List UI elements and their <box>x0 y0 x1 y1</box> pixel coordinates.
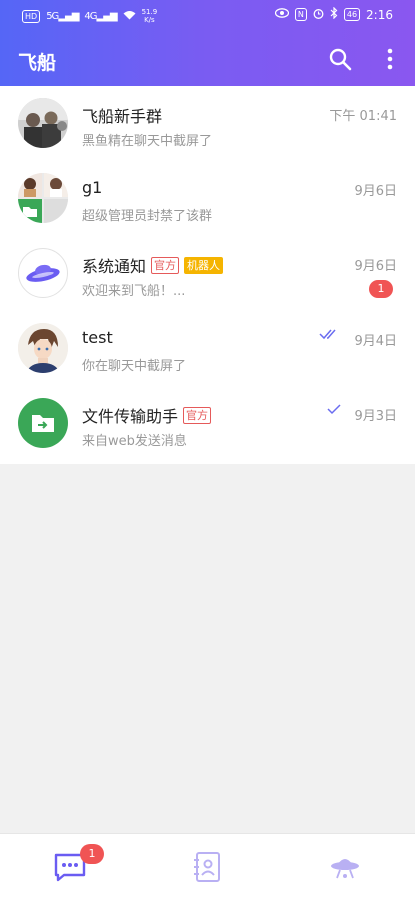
chat-time: 9月4日 <box>354 334 397 349</box>
app-title: 飞船 <box>18 52 57 74</box>
alarm-icon <box>313 8 324 22</box>
chat-name: test <box>82 328 113 347</box>
chat-name: 系统通知 官方 机器人 <box>82 253 224 277</box>
battery-icon: 46 <box>343 8 361 21</box>
official-tag: 官方 <box>183 406 212 424</box>
chat-time: 9月3日 <box>354 409 397 424</box>
chat-time: 9月6日 <box>354 184 397 199</box>
network-speed: 51.9 K/s <box>141 8 158 24</box>
bot-tag: 机器人 <box>184 256 224 274</box>
status-bar: HD 5G▂▄▆ 4G▂▄▆ 51.9 K/s N 46 2:16 <box>0 0 415 30</box>
contacts-book-icon <box>194 852 220 882</box>
people-photo-icon <box>18 98 68 148</box>
chat-preview: 你在聊天中截屏了 <box>82 359 187 374</box>
folder-arrow-icon <box>32 415 54 432</box>
chat-time: 下午 01:41 <box>329 109 397 124</box>
group-avatar <box>18 98 68 148</box>
tab-contacts[interactable] <box>189 849 225 885</box>
chat-item-newbie-group[interactable]: 飞船新手群 黑鱼精在聊天中截屏了 下午 01:41 <box>0 86 415 161</box>
check-icon <box>327 402 341 420</box>
status-bar-left: HD 5G▂▄▆ 4G▂▄▆ 51.9 K/s <box>22 8 157 24</box>
system-avatar <box>18 248 68 298</box>
user-avatar <box>18 323 68 373</box>
double-check-icon <box>319 327 341 345</box>
chat-item-g1[interactable]: g1 超级管理员封禁了该群 9月6日 <box>0 161 415 236</box>
search-icon <box>329 48 352 71</box>
app-header: HD 5G▂▄▆ 4G▂▄▆ 51.9 K/s N 46 2:16 飞船 <box>0 0 415 86</box>
chat-preview: 超级管理员封禁了该群 <box>82 209 213 224</box>
chat-time: 9月6日 <box>354 259 397 274</box>
chat-list: 飞船新手群 黑鱼精在聊天中截屏了 下午 01:41 g1 超级管理员封禁了该群 … <box>0 86 415 464</box>
tab-discover[interactable] <box>327 849 363 885</box>
nfc-icon: N <box>294 8 307 21</box>
chat-preview: 来自web发送消息 <box>82 434 187 449</box>
chat-name: 文件传输助手 官方 <box>82 403 212 427</box>
chat-preview: 欢迎来到飞船！... <box>82 284 186 299</box>
ufo-tab-icon <box>331 859 359 879</box>
bluetooth-icon <box>330 6 338 22</box>
unread-badge: 1 <box>369 280 393 298</box>
chat-name: g1 <box>82 178 103 197</box>
group-collage-icon <box>18 173 68 223</box>
more-menu-button[interactable] <box>380 46 400 72</box>
signal-icon-2: 4G▂▄▆ <box>84 10 117 22</box>
hd-indicator: HD <box>22 9 41 23</box>
chat-item-test[interactable]: test 你在聊天中截屏了 9月4日 <box>0 311 415 386</box>
file-transfer-avatar <box>18 398 68 448</box>
more-vertical-icon <box>387 48 393 70</box>
group-avatar <box>18 173 68 223</box>
eye-icon <box>274 8 290 21</box>
bottom-nav: 1 <box>0 833 415 901</box>
ufo-icon <box>26 264 60 282</box>
chat-item-file-transfer[interactable]: 文件传输助手 官方 来自web发送消息 9月3日 <box>0 386 415 461</box>
wifi-icon <box>123 10 136 23</box>
chat-preview: 黑鱼精在聊天中截屏了 <box>82 134 213 149</box>
official-tag: 官方 <box>151 256 180 274</box>
chat-item-system-notice[interactable]: 系统通知 官方 机器人 欢迎来到飞船！... 9月6日 <box>0 236 415 311</box>
chat-tab-badge: 1 <box>80 844 104 864</box>
status-bar-right: N 46 2:16 <box>274 6 393 22</box>
anime-portrait-icon <box>18 323 68 373</box>
search-button[interactable] <box>328 47 352 71</box>
chat-name: 飞船新手群 <box>82 107 163 126</box>
clock-time: 2:16 <box>366 7 393 22</box>
signal-icon: 5G▂▄▆ <box>46 10 79 22</box>
